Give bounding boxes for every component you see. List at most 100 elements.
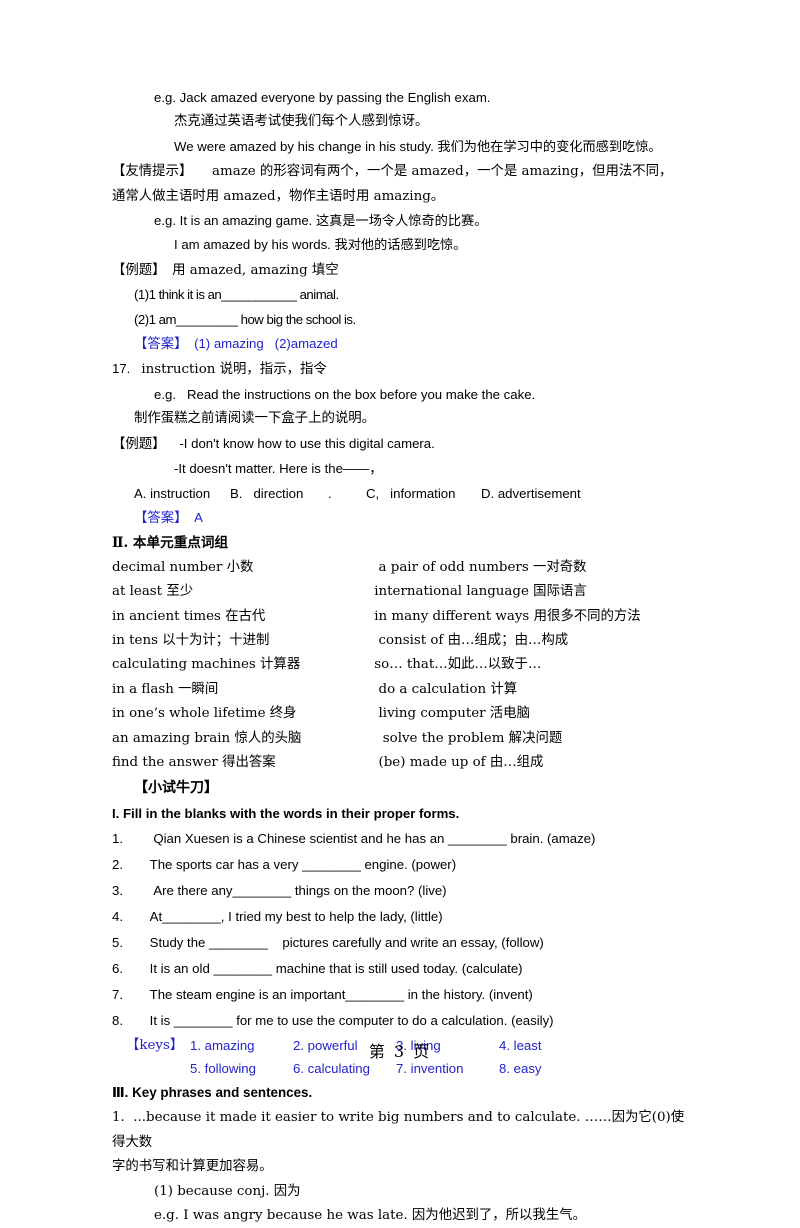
instruction-answer-line: 【答案】 A (112, 506, 692, 531)
instruction-answer-text: A (194, 509, 203, 525)
key-phrase-sub-1: (1) because conj. 因为 (154, 1183, 301, 1199)
phrase-row: an amazing brain 惊人的头脑 solve the problem… (112, 727, 692, 751)
phrase-left: in one’s whole lifetime 终身 (112, 706, 297, 722)
friendly-tip-line-1: 【友情提示】 amaze 的形容词有两个，一个是 amazed，一个是 amaz… (112, 159, 692, 184)
phrase-left: find the answer 得出答案 (112, 754, 276, 770)
practice-item: 7. The steam engine is an important_____… (112, 982, 692, 1008)
phrase-row: in a flash 一瞬间 do a calculation 计算 (112, 678, 692, 702)
instruction-example-cn: 制作蛋糕之前请阅读一下盒子上的说明。 (134, 411, 376, 427)
amaze-answer-label: 【答案】 (134, 337, 181, 353)
phrase-row: calculating machines 计算器 so… that…如此…以致于… (112, 653, 692, 677)
instruction-answer-label: 【答案】 (134, 510, 181, 526)
phrase-left: in tens 以十为计；十进制 (112, 632, 270, 648)
practice-item: 6. It is an old ________ machine that is… (112, 956, 692, 982)
amaze-answer-text: (1) amazing (2)amazed (194, 336, 338, 352)
option-c[interactable]: C, information (366, 482, 481, 506)
practice-item: 1. Qian Xuesen is a Chinese scientist an… (112, 826, 692, 852)
instruction-headword: instruction 说明，指示，指令 (141, 362, 327, 378)
amaze-exercise-label: 【例题】 (112, 262, 159, 278)
instruction-dialog-1: -I don't know how to use this digital ca… (179, 435, 435, 451)
phrase-right: consist of 由…组成；由…构成 (370, 632, 569, 648)
phrase-left: at least 至少 (112, 584, 194, 600)
amaze-exercise-instruction: 用 amazed, amazing 填空 (172, 262, 339, 278)
phrase-left: calculating machines 计算器 (112, 657, 301, 673)
practice-item-text: The steam engine is an important________… (146, 987, 533, 1003)
phrases-heading: Ⅱ. 本单元重点词组 (112, 535, 229, 552)
phrase-right: a pair of odd numbers 一对奇数 (370, 559, 587, 575)
key-phrase-sub-1-example: e.g. I was angry because he was late. 因为… (154, 1208, 586, 1223)
amaze-answer-gap (181, 336, 194, 351)
amaze-example-2: We were amazed by his change in his stud… (174, 138, 662, 154)
practice-item-text: Study the ________ pictures carefully an… (146, 935, 544, 951)
practice-item-text: It is an old ________ machine that is st… (146, 961, 523, 977)
option-a[interactable]: A. instruction (134, 482, 230, 506)
instruction-option-row: A. instruction B. direction . C, informa… (112, 482, 692, 506)
practice-item-text: It is ________ for me to use the compute… (146, 1013, 554, 1029)
practice-heading: 【小试牛刀】 (134, 780, 218, 797)
phrase-row: in ancient times 在古代 in many different w… (112, 605, 692, 629)
friendly-tip-spacer (186, 163, 212, 178)
phrase-left: an amazing brain 惊人的头脑 (112, 730, 302, 746)
instruction-exercise-gap (159, 436, 180, 451)
page-number-footer: 第 3 页 (368, 1042, 432, 1061)
practice-item-number: 4. (112, 909, 123, 925)
practice-item: 5. Study the ________ pictures carefully… (112, 930, 692, 956)
practice-item-text: At________, I tried my best to help the … (146, 909, 443, 925)
option-d[interactable]: D. advertisement (481, 482, 581, 506)
instruction-dialog-2: -It doesn't matter. Here is the——， (174, 461, 383, 477)
practice-item-number: 7. (112, 987, 123, 1003)
practice-item-text: Are there any________ things on the moon… (146, 883, 447, 899)
key-phrase-item-1-line-2: 字的书写和计算更加容易。 (112, 1159, 273, 1175)
document-page: e.g. Jack amazed everyone by passing the… (0, 0, 800, 1223)
phrase-right: do a calculation 计算 (370, 681, 518, 697)
practice-item-number: 6. (112, 961, 123, 977)
amaze-example-4: I am amazed by his words. 我对他的话感到吃惊。 (174, 237, 467, 253)
instruction-number: 17. (112, 361, 131, 377)
instruction-example-en: e.g. Read the instructions on the box be… (154, 386, 536, 402)
practice-item: 8. It is ________ for me to use the comp… (112, 1008, 692, 1034)
friendly-tip-line-2: 通常人做主语时用 amazed，物作主语时用 amazing。 (112, 188, 445, 204)
key-phrase-item-1-line-1: 1. ...because it made it easier to write… (112, 1110, 685, 1150)
phrase-row: decimal number 小数 a pair of odd numbers … (112, 556, 692, 580)
instruction-exercise-label: 【例题】 (112, 436, 159, 452)
practice-item-number: 1. (112, 831, 123, 847)
instruction-number-gap (130, 361, 141, 376)
amaze-example-1-cn: 杰克通过英语考试使我们每个人感到惊讶。 (174, 114, 429, 130)
practice-item-number: 5. (112, 935, 123, 951)
friendly-tip-label: 【友情提示】 (112, 164, 186, 180)
phrase-right: so… that…如此…以致于… (370, 657, 542, 673)
phrase-row: find the answer 得出答案 (be) made up of 由…组… (112, 751, 692, 775)
key-phrases-heading: Ⅲ. Key phrases and sentences. (112, 1085, 313, 1101)
amaze-example-3: e.g. It is an amazing game. 这真是一场令人惊奇的比赛… (154, 213, 488, 229)
practice-item-text: The sports car has a very ________ engin… (146, 857, 457, 873)
amaze-exercise-gap (159, 262, 172, 277)
amaze-question-2: (2)1 am_________ how big the school is. (134, 311, 356, 327)
practice-item-number: 8. (112, 1013, 123, 1029)
practice-item-text: Qian Xuesen is a Chinese scientist and h… (146, 831, 596, 847)
practice-subheading: I. Fill in the blanks with the words in … (112, 806, 460, 822)
practice-item: 4. At________, I tried my best to help t… (112, 904, 692, 930)
friendly-tip-text-1: amaze 的形容词有两个，一个是 amazed，一个是 amazing，但用法… (212, 164, 673, 180)
phrase-row: in one’s whole lifetime 终身 living comput… (112, 702, 692, 726)
option-b[interactable]: B. direction (230, 482, 328, 506)
phrase-row: at least 至少 international language 国际语言 (112, 580, 692, 604)
amaze-exercise-header: 【例题】 用 amazed, amazing 填空 (112, 258, 692, 283)
phrase-left: in a flash 一瞬间 (112, 681, 219, 697)
practice-item-number: 3. (112, 883, 123, 899)
phrase-list: decimal number 小数 a pair of odd numbers … (112, 556, 692, 776)
practice-item: 2. The sports car has a very ________ en… (112, 852, 692, 878)
phrase-left: decimal number 小数 (112, 559, 254, 575)
option-separator-dot: . (328, 485, 332, 501)
phrase-right: (be) made up of 由…组成 (370, 754, 544, 770)
practice-item-list: 1. Qian Xuesen is a Chinese scientist an… (112, 826, 692, 1034)
phrase-left: in ancient times 在古代 (112, 608, 266, 624)
instruction-exercise-header: 【例题】 -I don't know how to use this digit… (112, 432, 692, 457)
practice-item-number: 2. (112, 857, 123, 873)
phrase-right: living computer 活电脑 (370, 706, 530, 722)
phrase-right: international language 国际语言 (370, 584, 587, 600)
amaze-example-1-en: e.g. Jack amazed everyone by passing the… (154, 90, 491, 105)
phrase-row: in tens 以十为计；十进制 consist of 由…组成；由…构成 (112, 629, 692, 653)
amaze-answer-line: 【答案】 (1) amazing (2)amazed (112, 332, 692, 357)
practice-item: 3. Are there any________ things on the m… (112, 878, 692, 904)
amaze-question-1: (1)1 think it is an___________ animal. (134, 287, 339, 303)
